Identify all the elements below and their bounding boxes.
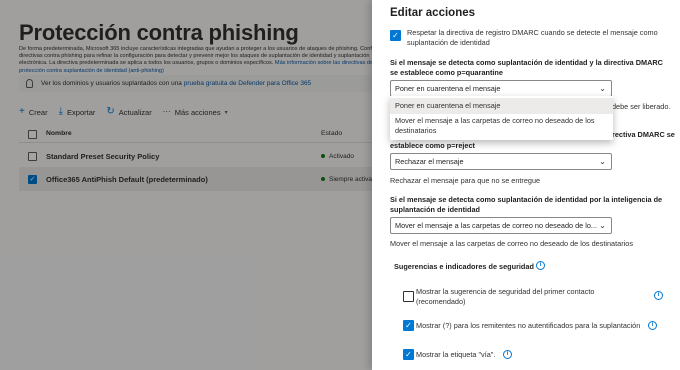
intel-description: Mover el mensaje a las carpetas de corre… bbox=[390, 239, 633, 248]
unauthenticated-sender-checkbox[interactable]: ✓ bbox=[403, 320, 414, 331]
unauthenticated-sender-label: Mostrar (?) para los remitentes no auten… bbox=[416, 321, 641, 330]
tips-heading: Sugerencias e indicadores de seguridad bbox=[394, 262, 534, 271]
quarantine-dropdown[interactable]: Poner en cuarentena el mensaje ⌄ bbox=[390, 80, 612, 97]
intel-heading: Si el mensaje se detecta como suplantaci… bbox=[390, 195, 663, 214]
quarantine-dropdown-value: Poner en cuarentena el mensaje bbox=[395, 84, 501, 93]
via-tag-label: Mostrar la etiqueta "vía". bbox=[416, 350, 496, 359]
reject-heading-fragment: rectiva DMARC se bbox=[612, 130, 675, 139]
intel-dropdown[interactable]: Mover el mensaje a las carpetas de corre… bbox=[390, 217, 612, 234]
reject-dropdown-value: Rechazar el mensaje bbox=[395, 157, 464, 166]
dropdown-option[interactable]: Mover el mensaje a las carpetas de corre… bbox=[390, 116, 613, 136]
dmarc-checkbox[interactable]: ✓ bbox=[390, 30, 401, 41]
info-icon[interactable]: i bbox=[536, 261, 545, 270]
edit-actions-panel: Editar acciones ✓ Respetar la directiva … bbox=[372, 0, 680, 370]
chevron-down-icon: ⌄ bbox=[599, 84, 606, 93]
chevron-down-icon: ⌄ bbox=[599, 221, 606, 230]
reject-heading: establece como p=reject bbox=[390, 141, 475, 150]
dmarc-checkbox-label: Respetar la directiva de registro DMARC … bbox=[407, 28, 658, 47]
quarantine-dropdown-menu: Poner en cuarentena el mensaje Mover el … bbox=[390, 96, 613, 140]
info-icon[interactable]: i bbox=[648, 321, 657, 330]
first-contact-tip-checkbox[interactable] bbox=[403, 291, 414, 302]
intel-dropdown-value: Mover el mensaje a las carpetas de corre… bbox=[395, 221, 597, 230]
dropdown-option[interactable]: Poner en cuarentena el mensaje bbox=[390, 98, 613, 114]
quarantine-heading: Si el mensaje se detecta como suplantaci… bbox=[390, 58, 663, 77]
hidden-text-fragment: debe ser liberado. bbox=[612, 102, 671, 111]
reject-dropdown[interactable]: Rechazar el mensaje ⌄ bbox=[390, 153, 612, 170]
info-icon[interactable]: i bbox=[503, 350, 512, 359]
chevron-down-icon: ⌄ bbox=[599, 157, 606, 166]
first-contact-tip-label: Mostrar la sugerencia de seguridad del p… bbox=[416, 287, 595, 306]
reject-description: Rechazar el mensaje para que no se entre… bbox=[390, 176, 541, 185]
info-icon[interactable]: i bbox=[654, 291, 663, 300]
modal-overlay[interactable] bbox=[0, 0, 372, 370]
via-tag-checkbox[interactable]: ✓ bbox=[403, 349, 414, 360]
panel-title: Editar acciones bbox=[390, 7, 476, 19]
